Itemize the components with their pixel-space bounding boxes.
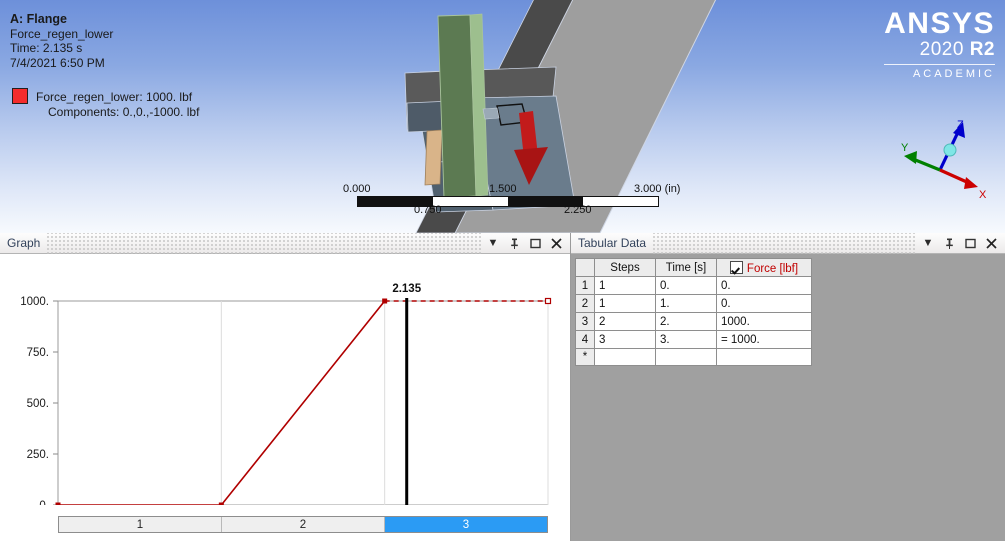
tabular-panel-title: Tabular Data <box>578 236 647 250</box>
new-row-cell[interactable] <box>655 348 717 366</box>
chart-time-cursor-label: 2.135 <box>392 283 421 295</box>
chart-canvas: 0.250.500.750.1000.1.2.3.2.135 <box>20 283 552 505</box>
table-row[interactable]: 1 1 0. 0. <box>575 276 812 295</box>
chart-data-marker <box>382 298 388 304</box>
chart-endpoint-marker <box>544 297 552 305</box>
table-row[interactable]: 2 1 1. 0. <box>575 294 812 313</box>
chart-ytick-label: 250. <box>27 449 49 461</box>
ansys-mechanical-window: A: Flange Force_regen_lower Time: 2.135 … <box>0 0 1005 541</box>
cell-force[interactable]: 0. <box>716 294 812 313</box>
header-force[interactable]: Force [lbf] <box>716 258 812 277</box>
ansys-logo: ANSYS 2020 R2 ACADEMIC <box>884 8 995 80</box>
pin-icon[interactable] <box>943 237 955 249</box>
logo-divider <box>884 64 995 65</box>
tabular-data-grid[interactable]: Steps Time [s] Force [lbf] 1 1 0. 0. 2 1 1. 0. 3… <box>575 258 812 366</box>
svg-text:Z: Z <box>957 119 964 131</box>
tabular-data-body[interactable]: Steps Time [s] Force [lbf] 1 1 0. 0. 2 1 1. 0. 3… <box>571 255 1005 541</box>
3d-viewport[interactable]: A: Flange Force_regen_lower Time: 2.135 … <box>0 0 1005 233</box>
chevron-down-icon[interactable]: ▼ <box>487 237 499 249</box>
row-number[interactable]: 4 <box>575 330 595 349</box>
cell-time[interactable]: 3. <box>655 330 717 349</box>
svg-text:X: X <box>979 189 987 201</box>
scale-bar <box>357 196 659 207</box>
row-corner-header <box>575 258 595 277</box>
viewport-header: A: Flange Force_regen_lower Time: 2.135 … <box>10 12 113 70</box>
row-number[interactable]: 1 <box>575 276 595 295</box>
cell-time[interactable]: 0. <box>655 276 717 295</box>
tabular-data-panel: Tabular Data ▼ Steps Time [s] Force [lbf… <box>571 232 1005 541</box>
row-number[interactable]: 2 <box>575 294 595 313</box>
scale-label-3: 2.250 <box>564 204 592 216</box>
scale-label-2: 1.500 <box>489 183 517 195</box>
pin-icon[interactable] <box>508 237 520 249</box>
step-segment-1[interactable]: 1 <box>59 517 222 532</box>
orientation-triad[interactable]: Y X Z <box>885 118 1000 208</box>
result-object-name: Force_regen_lower <box>10 26 114 41</box>
cell-steps[interactable]: 3 <box>594 330 656 349</box>
step-selector-bar[interactable]: 123 <box>58 516 548 533</box>
table-row[interactable]: 3 2 2. 1000. <box>575 312 812 331</box>
legend-components-label: Components: 0.,0.,-1000. lbf <box>48 105 200 119</box>
chevron-down-icon[interactable]: ▼ <box>922 237 934 249</box>
new-row-marker[interactable]: * <box>575 348 595 366</box>
tabular-panel-drag-handle[interactable] <box>652 232 916 254</box>
cell-steps[interactable]: 1 <box>594 294 656 313</box>
legend-color-swatch <box>12 88 28 104</box>
logo-release: R2 <box>969 39 995 60</box>
scale-label-0: 0.000 <box>343 183 371 195</box>
close-icon[interactable] <box>550 237 562 249</box>
chart-time-cursor <box>405 298 409 505</box>
table-body: 1 1 0. 0. 2 1 1. 0. 3 2 2. 1000. 4 3 3. = 1000. * <box>575 276 812 366</box>
chart-ytick-label: 0. <box>39 500 49 505</box>
cell-force[interactable]: = 1000. <box>716 330 812 349</box>
table-row[interactable]: 4 3 3. = 1000. <box>575 330 812 349</box>
cell-force[interactable]: 1000. <box>716 312 812 331</box>
header-time[interactable]: Time [s] <box>655 258 717 277</box>
logo-edition: ACADEMIC <box>912 68 995 80</box>
graph-panel: Graph ▼ 0.250.500.750.1000.1.2.3.2.135 <box>0 232 571 541</box>
graph-panel-drag-handle[interactable] <box>46 232 481 254</box>
force-legend: Force_regen_lower: 1000. lbf Components:… <box>12 88 199 120</box>
scale-label-4: 3.000 (in) <box>634 183 681 195</box>
cell-force[interactable]: 0. <box>716 276 812 295</box>
chart-ytick-label: 1000. <box>20 296 49 308</box>
cell-steps[interactable]: 2 <box>594 312 656 331</box>
cell-time[interactable]: 1. <box>655 294 717 313</box>
chart-data-marker <box>55 502 61 505</box>
header-steps[interactable]: Steps <box>594 258 656 277</box>
cell-steps[interactable]: 1 <box>594 276 656 295</box>
step-segment-2[interactable]: 2 <box>222 517 385 532</box>
cell-time[interactable]: 2. <box>655 312 717 331</box>
close-icon[interactable] <box>985 237 997 249</box>
chart-ytick-label: 500. <box>27 398 49 410</box>
svg-text:Y: Y <box>901 142 909 154</box>
legend-value-label: Force_regen_lower: 1000. lbf <box>36 90 193 104</box>
result-datetime: 7/4/2021 6:50 PM <box>10 55 105 70</box>
graph-panel-titlebar[interactable]: Graph ▼ <box>0 232 570 254</box>
step-segment-3[interactable]: 3 <box>385 517 547 532</box>
graph-panel-title: Graph <box>7 236 41 250</box>
legend-row-value: Force_regen_lower: 1000. lbf <box>12 88 199 105</box>
new-row-cell[interactable] <box>594 348 656 366</box>
force-vs-time-chart[interactable]: 0.250.500.750.1000.1.2.3.2.135 <box>0 255 570 505</box>
scale-label-1: 0.750 <box>414 204 442 216</box>
new-row-cell[interactable] <box>716 348 812 366</box>
logo-version: 2020 R2 <box>884 39 995 60</box>
chart-ytick-label: 750. <box>27 347 49 359</box>
maximize-icon[interactable] <box>964 237 976 249</box>
result-time: Time: 2.135 s <box>10 41 83 55</box>
result-title: A: Flange <box>10 12 67 26</box>
row-number[interactable]: 3 <box>575 312 595 331</box>
logo-brand: ANSYS <box>884 7 995 40</box>
table-header-row: Steps Time [s] Force [lbf] <box>575 258 812 277</box>
force-column-checkbox[interactable] <box>729 260 743 274</box>
logo-year: 2020 <box>919 39 964 60</box>
maximize-icon[interactable] <box>529 237 541 249</box>
graph-panel-body: 0.250.500.750.1000.1.2.3.2.135 <box>0 255 570 541</box>
tabular-panel-titlebar[interactable]: Tabular Data ▼ <box>571 232 1005 254</box>
chart-data-marker <box>218 502 224 505</box>
header-force-label: Force [lbf] <box>746 262 799 275</box>
table-new-row[interactable]: * <box>575 348 812 366</box>
